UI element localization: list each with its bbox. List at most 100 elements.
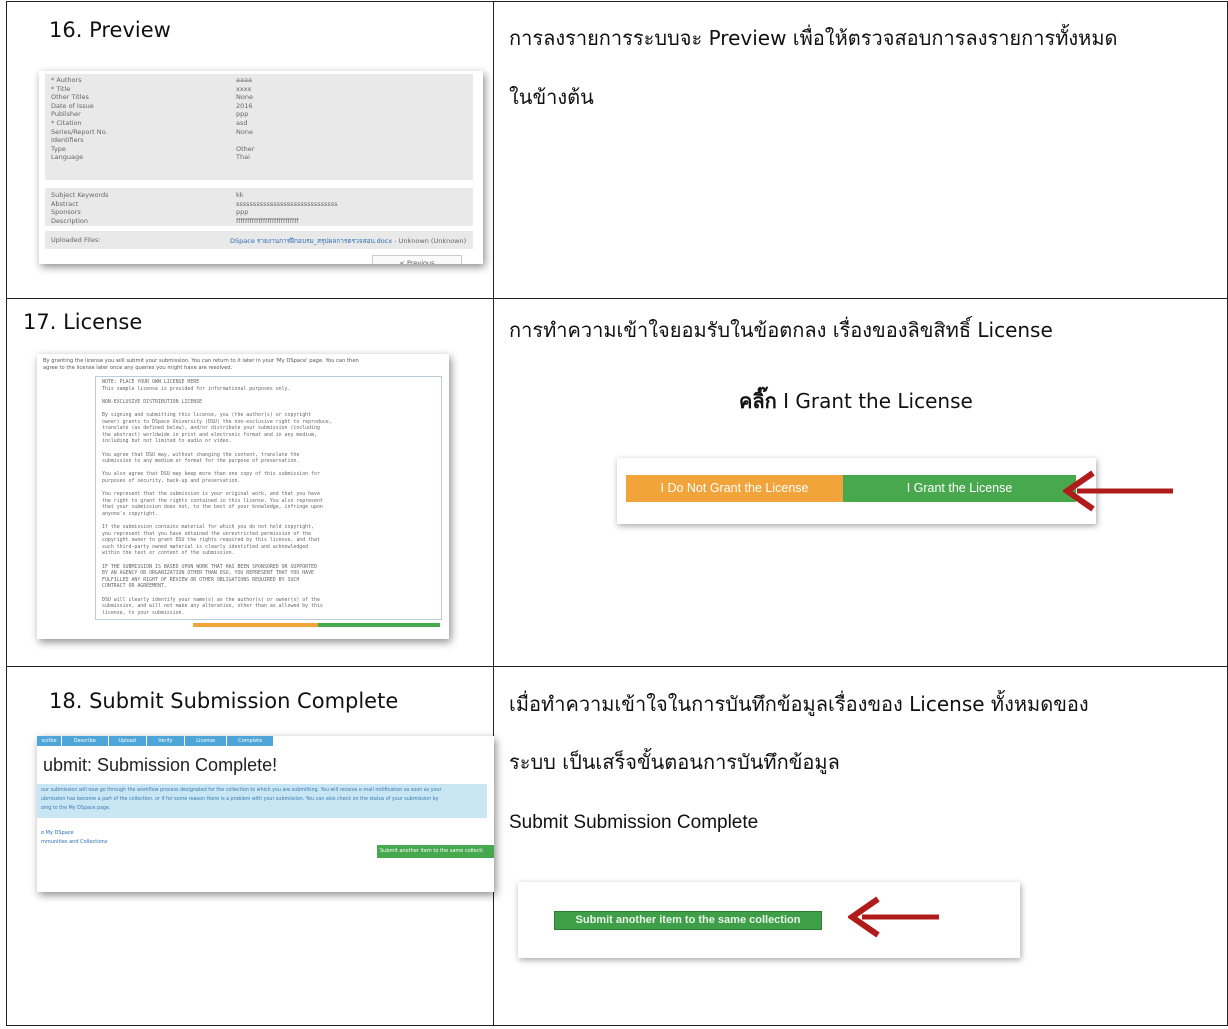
preview-field-label: Publisher bbox=[51, 110, 81, 119]
uploaded-file-status: - Unknown (Unknown) bbox=[392, 237, 467, 245]
preview-field-label: Series/Report No. bbox=[51, 127, 108, 136]
preview-field-label: Abstract bbox=[51, 199, 79, 208]
license-text-line: within the text or content of the submis… bbox=[102, 550, 235, 557]
license-text-line: FULFILLED ANY RIGHT OF REVIEW OR OTHER O… bbox=[102, 576, 300, 583]
license-text-line: By signing and submitting this license, … bbox=[102, 411, 312, 418]
license-text-line bbox=[102, 557, 332, 564]
preview-field-label: * Title bbox=[51, 84, 71, 93]
submit-another-small-button[interactable]: Submit another item to the same collecti bbox=[377, 845, 494, 858]
progress-tab: Upload bbox=[108, 736, 146, 746]
preview-field-value: ssssssssssssssssssssssssssssss bbox=[236, 199, 338, 208]
license-intro-line: By granting the license you will submit … bbox=[43, 358, 359, 364]
step-18-sub-label: Submit Submission Complete bbox=[509, 812, 759, 833]
do-not-grant-license-button[interactable]: I Do Not Grant the License bbox=[626, 475, 843, 502]
license-text-line: the right to grant the rights contained … bbox=[102, 497, 323, 504]
uploaded-file-entry: DSpace รายงานการฝึกอบรม_สรุปผลการตรวจสอบ… bbox=[230, 236, 466, 246]
communities-link[interactable]: mmunities and Collections bbox=[41, 839, 107, 845]
license-text-line: You also agree that DSU may keep more th… bbox=[102, 471, 320, 478]
complete-tab-bar: scribe Describe Upload Verify License Complet… bbox=[37, 736, 494, 746]
progress-tab: Complete bbox=[227, 736, 273, 746]
license-text-line: CONTRACT OR AGREEMENT. bbox=[102, 583, 167, 590]
uploaded-file-link[interactable]: DSpace รายงานการฝึกอบรม_สรุปผลการตรวจสอบ… bbox=[230, 237, 392, 245]
preview-field-value: aaaa bbox=[236, 76, 252, 84]
preview-field-value: Other bbox=[236, 144, 255, 153]
license-text-line bbox=[102, 590, 332, 597]
license-green-strip bbox=[318, 623, 440, 627]
preview-field-label: Description bbox=[51, 216, 89, 225]
license-text-line bbox=[102, 445, 332, 452]
license-text-line: including but not limited to audio or vi… bbox=[102, 438, 232, 445]
preview-field-row: Language Thai bbox=[51, 153, 471, 162]
previous-button[interactable]: < Previous bbox=[372, 255, 462, 264]
license-text-line: anyone's copyright. bbox=[102, 510, 158, 517]
license-text-line: you represent that you have obtained the… bbox=[102, 530, 312, 537]
uploaded-files-panel: Uploaded Files: DSpace รายงานการฝึกอบรม_… bbox=[45, 231, 473, 249]
license-text-line: NOTE: PLACE YOUR OWN LICENSE HERE bbox=[102, 379, 200, 385]
step-16-right-cell: การลงรายการระบบจะ Preview เพื่อให้ตรวจสอ… bbox=[493, 1, 1228, 299]
my-dspace-link[interactable]: o My DSpace bbox=[41, 830, 74, 836]
step-17-click-instruction: คลิ๊ก I Grant the License bbox=[739, 385, 973, 417]
uploaded-files-label: Uploaded Files: bbox=[51, 236, 101, 244]
license-text-line: You agree that DSU may, without changing… bbox=[102, 451, 300, 458]
grant-license-button[interactable]: I Grant the License bbox=[843, 475, 1076, 502]
step-row-17: 17. License By granting the license you … bbox=[6, 298, 1228, 667]
license-text-line: BY AN AGENCY OR ORGANIZATION OTHER THAN … bbox=[102, 570, 314, 577]
preview-field-label: Identifiers bbox=[51, 136, 84, 145]
step-row-16: 16. Preview * Authors aaaa * Title xxxx Othe… bbox=[6, 1, 1228, 299]
preview-field-value: None bbox=[236, 127, 253, 136]
preview-fields-panel-b: Subject Keywords kk Abstract ssssssssssssss… bbox=[45, 188, 473, 226]
license-text-line: submission, and will not make any altera… bbox=[102, 603, 323, 610]
step-18-left-cell: 18. Submit Submission Complete scribe Des… bbox=[6, 666, 494, 1026]
license-text-line: You represent that the submission is you… bbox=[102, 491, 320, 498]
license-screenshot: By granting the license you will submit … bbox=[37, 354, 449, 639]
license-text-line: that your submission does not, to the be… bbox=[102, 504, 323, 511]
step-row-18: 18. Submit Submission Complete scribe Des… bbox=[6, 666, 1228, 1026]
preview-field-row: Description ffffffffffffffffffffffffffff bbox=[51, 217, 471, 226]
click-target-text: I Grant the License bbox=[776, 389, 973, 413]
license-text-line: DSU will clearly identify your name(s) a… bbox=[102, 596, 320, 603]
submit-another-button[interactable]: Submit another item to the same collecti… bbox=[554, 911, 822, 930]
progress-tab: License bbox=[185, 736, 227, 746]
red-arrow-icon bbox=[1063, 470, 1173, 512]
red-arrow-icon bbox=[848, 896, 939, 938]
info-line: ubmission has become a part of the colle… bbox=[41, 797, 439, 802]
step-17-title: 17. License bbox=[23, 310, 143, 334]
steps-table: 16. Preview * Authors aaaa * Title xxxx Othe… bbox=[6, 1, 1228, 1026]
step-16-desc-line-1: การลงรายการระบบจะ Preview เพื่อให้ตรวจสอ… bbox=[509, 26, 1118, 50]
preview-field-label: * Authors bbox=[51, 76, 82, 84]
license-text-line: If the submission contains material for … bbox=[102, 524, 314, 531]
step-17-desc: การทำความเข้าใจยอมรับในข้อตกลง เรื่องของ… bbox=[509, 318, 1053, 342]
license-text-line: the abstract) worldwide in print and ele… bbox=[102, 431, 317, 438]
step-17-right-cell: การทำความเข้าใจยอมรับในข้อตกลง เรื่องของ… bbox=[493, 298, 1228, 667]
license-text-line: copyright owner to grant DSU the rights … bbox=[102, 537, 320, 544]
preview-field-label: * Citation bbox=[51, 119, 82, 127]
license-text-line: license, to your submission. bbox=[102, 609, 185, 616]
complete-info-box: our submission will now go through the w… bbox=[37, 784, 487, 818]
step-18-right-cell: เมื่อทำความเข้าใจในการบันทึกข้อมูลเรื่อง… bbox=[493, 666, 1228, 1026]
license-text-line bbox=[102, 485, 332, 492]
license-text-line: translate (as defined below), and/or dis… bbox=[102, 425, 320, 432]
preview-field-label: Other Titles bbox=[51, 93, 89, 102]
preview-field-value: kk bbox=[236, 191, 244, 199]
license-text-line: NON-EXCLUSIVE DISTRIBUTION LICENSE bbox=[102, 398, 203, 405]
submit-another-screenshot: Submit another item to the same collecti… bbox=[518, 882, 1020, 958]
progress-tab: scribe bbox=[37, 736, 61, 746]
complete-screenshot: scribe Describe Upload Verify License Complet… bbox=[37, 736, 494, 892]
license-text-line: This sample license is provided for info… bbox=[102, 385, 291, 392]
preview-field-value: None bbox=[236, 93, 253, 102]
license-text-box: NOTE: PLACE YOUR OWN LICENSE HERE This sa… bbox=[95, 376, 442, 620]
step-18-title: 18. Submit Submission Complete bbox=[49, 689, 399, 713]
click-word: คลิ๊ก bbox=[739, 389, 777, 413]
step-16-desc-line-2: ในข้างต้น bbox=[509, 85, 594, 109]
progress-tab: Describe bbox=[62, 736, 108, 746]
license-orange-strip bbox=[193, 623, 318, 627]
progress-tab: Verify bbox=[146, 736, 184, 746]
step-18-desc-line-1: เมื่อทำความเข้าใจในการบันทึกข้อมูลเรื่อง… bbox=[509, 692, 1089, 716]
license-text-line: purposes of security, back-up and preser… bbox=[102, 477, 241, 484]
license-text-line bbox=[102, 392, 332, 399]
preview-field-value: asd bbox=[236, 119, 248, 127]
step-16-left-cell: 16. Preview * Authors aaaa * Title xxxx Othe… bbox=[6, 1, 494, 299]
preview-field-value: ffffffffffffffffffffffffffff bbox=[236, 216, 299, 225]
license-text-line bbox=[102, 465, 332, 472]
license-text-line: such third-party owned material is clear… bbox=[102, 543, 309, 550]
